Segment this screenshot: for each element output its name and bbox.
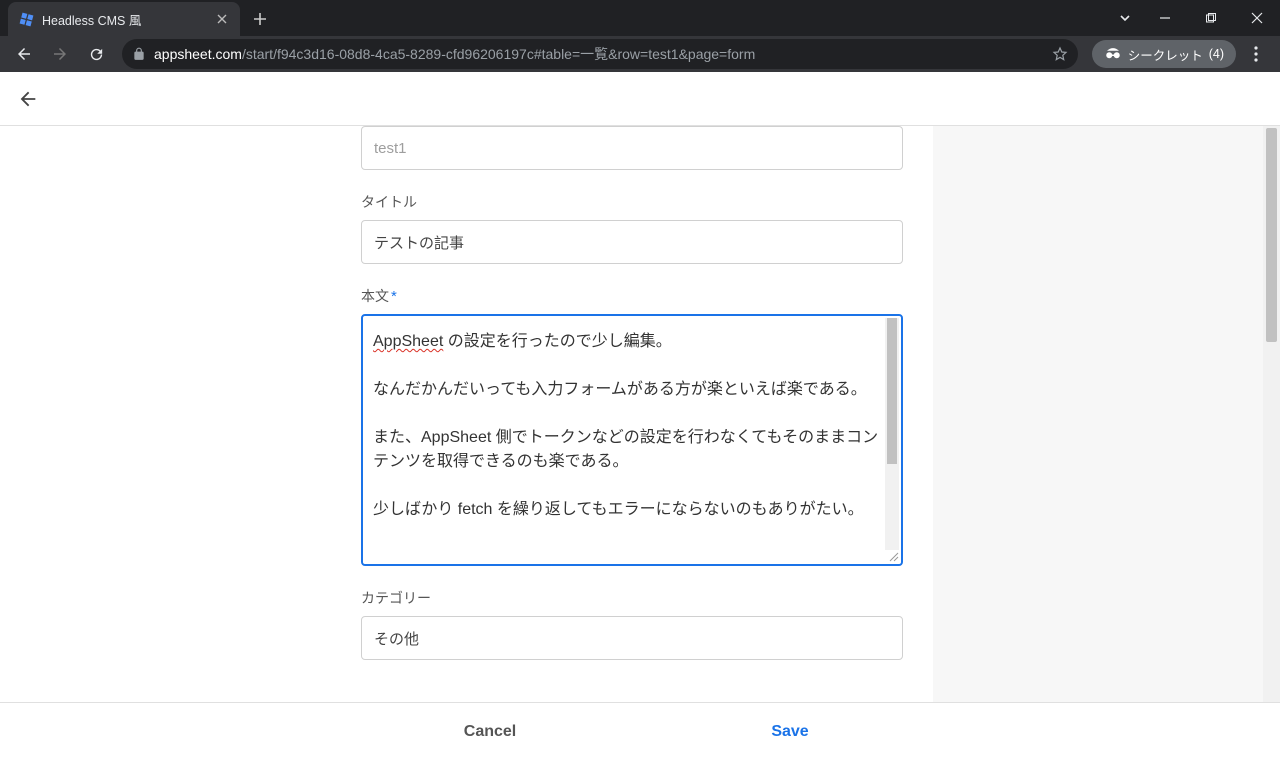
save-button[interactable]: Save [640, 715, 940, 749]
tab-close-icon[interactable] [214, 11, 230, 27]
tab-search-icon[interactable] [1108, 0, 1142, 36]
tab-favicon-icon [18, 11, 34, 27]
textarea-scrollthumb[interactable] [887, 318, 897, 464]
form-area: タイトル 本文* AppSheet の設定を行ったので少し編集。 なんだかんだい… [331, 126, 1280, 702]
body-textarea-content: AppSheet の設定を行ったので少し編集。 なんだかんだいっても入力フォーム… [373, 330, 883, 554]
browser-chrome: Headless CMS 風 [0, 0, 1280, 72]
incognito-label: シークレット [1128, 45, 1203, 64]
tab-strip: Headless CMS 風 [0, 0, 1280, 36]
browser-toolbar: appsheet.com/start/f94c3d16-08d8-4ca5-82… [0, 36, 1280, 72]
window-minimize-icon[interactable] [1142, 0, 1188, 36]
window-close-icon[interactable] [1234, 0, 1280, 36]
body-para2: なんだかんだいっても入力フォームがある方が楽といえば楽である。 [373, 381, 867, 398]
url-host: appsheet.com [154, 46, 242, 62]
bookmark-star-icon[interactable] [1052, 46, 1068, 62]
incognito-indicator[interactable]: シークレット (4) [1092, 40, 1236, 68]
form-back-button[interactable] [12, 83, 44, 115]
url-path: /start/f94c3d16-08d8-4ca5-8289-cfd962061… [242, 46, 755, 62]
id-input[interactable] [361, 126, 903, 170]
window-controls [1108, 0, 1280, 36]
browser-tab[interactable]: Headless CMS 風 [8, 2, 240, 36]
textarea-resize-handle[interactable] [887, 550, 899, 562]
address-bar[interactable]: appsheet.com/start/f94c3d16-08d8-4ca5-82… [122, 39, 1078, 69]
incognito-icon [1104, 46, 1122, 63]
nav-back-icon[interactable] [8, 38, 40, 70]
app-body: タイトル 本文* AppSheet の設定を行ったので少し編集。 なんだかんだい… [0, 126, 1280, 702]
body-label-text: 本文 [361, 288, 389, 304]
title-label: タイトル [361, 192, 903, 212]
browser-menu-icon[interactable] [1240, 38, 1272, 70]
body-textarea[interactable]: AppSheet の設定を行ったので少し編集。 なんだかんだいっても入力フォーム… [361, 314, 903, 566]
form-footer: Cancel Save [0, 702, 1280, 760]
category-input[interactable] [361, 616, 903, 660]
incognito-count: (4) [1209, 47, 1224, 61]
spellcheck-word: AppSheet [373, 333, 443, 350]
title-input[interactable] [361, 220, 903, 264]
left-panel [0, 126, 331, 702]
required-mark: * [391, 288, 397, 305]
body-para4: 少しばかり fetch を繰り返してもエラーにならないのもありがたい。 [373, 501, 864, 518]
nav-forward-icon [44, 38, 76, 70]
tab-title: Headless CMS 風 [42, 10, 206, 29]
textarea-scrollbar[interactable] [885, 318, 899, 550]
new-tab-button[interactable] [246, 5, 274, 33]
body-label: 本文* [361, 286, 903, 306]
scroll-down-icon[interactable]: ▼ [1263, 685, 1280, 702]
form-card: タイトル 本文* AppSheet の設定を行ったので少し編集。 なんだかんだい… [331, 126, 933, 702]
window-maximize-icon[interactable] [1188, 0, 1234, 36]
app-header [0, 72, 1280, 126]
body-line1: の設定を行ったので少し編集。 [443, 333, 671, 350]
lock-icon [132, 47, 146, 61]
page-scrollbar[interactable]: ▼ [1263, 126, 1280, 702]
url-text: appsheet.com/start/f94c3d16-08d8-4ca5-82… [154, 44, 1044, 64]
cancel-button[interactable]: Cancel [340, 715, 640, 749]
category-label: カテゴリー [361, 588, 903, 608]
body-para3: また、AppSheet 側でトークンなどの設定を行わなくてもそのままコンテンツを… [373, 429, 878, 470]
nav-reload-icon[interactable] [80, 38, 112, 70]
